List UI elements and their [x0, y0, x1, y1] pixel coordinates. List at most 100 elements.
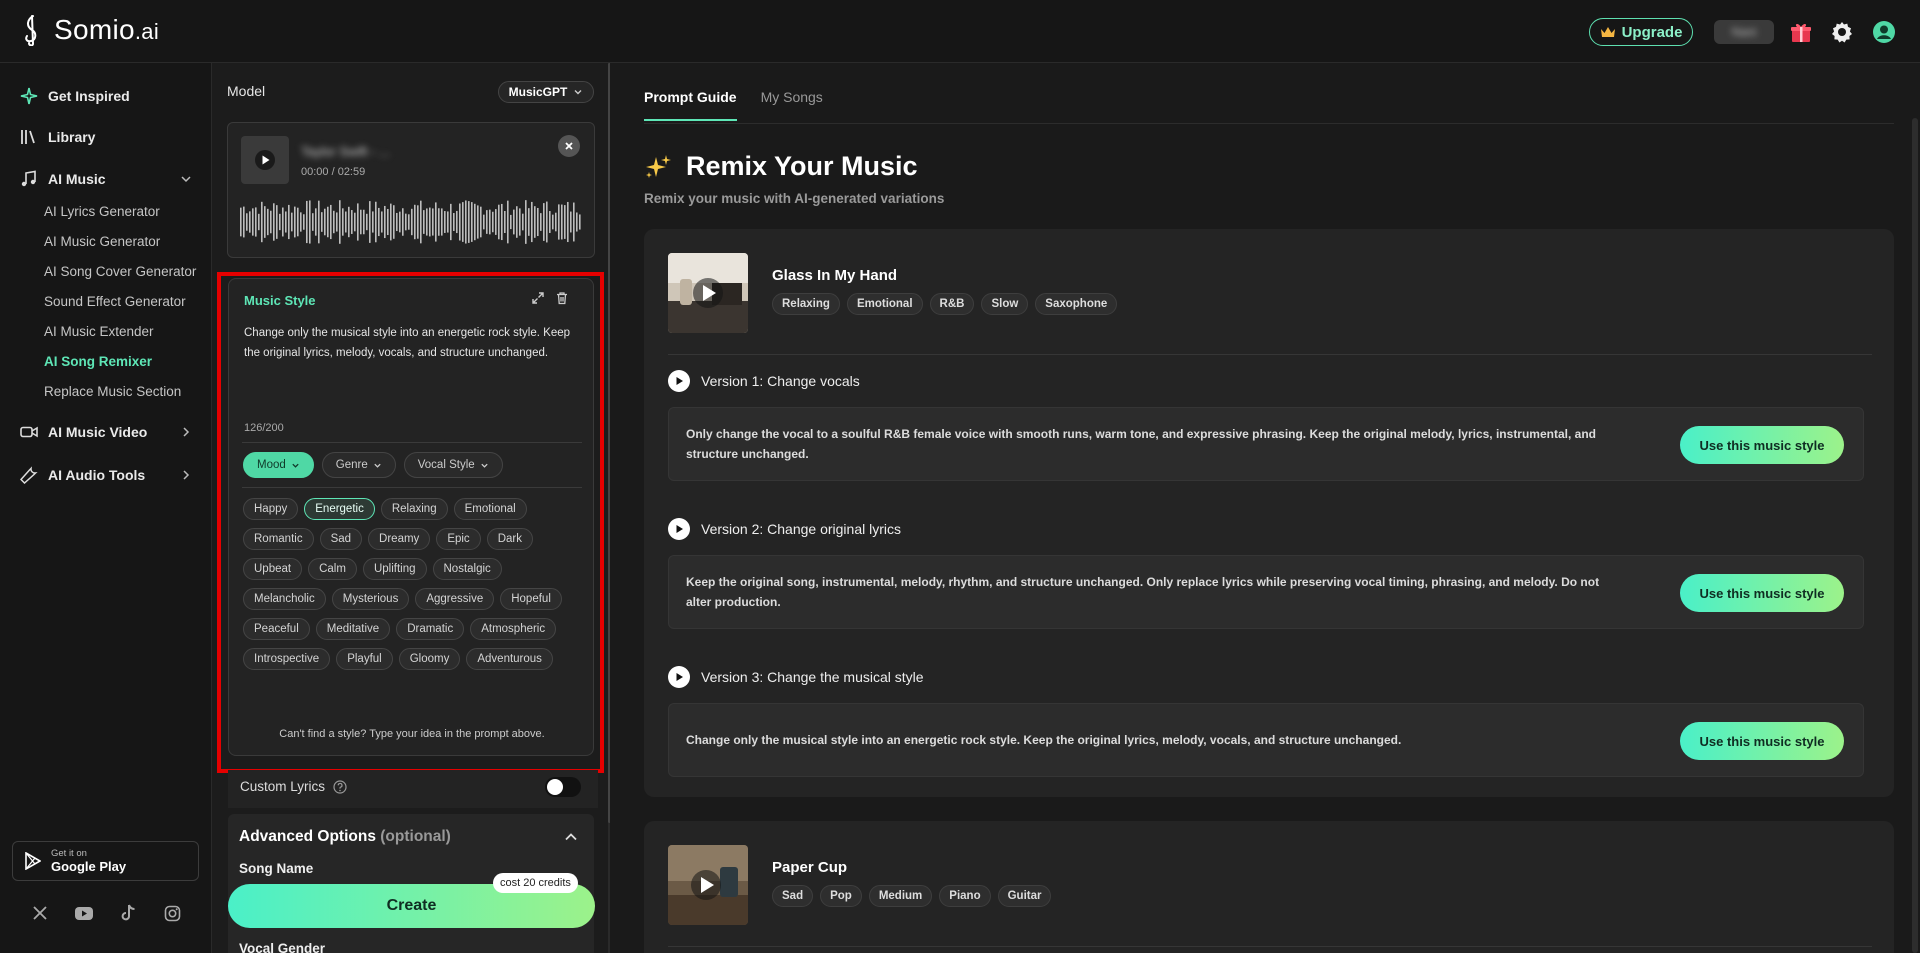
google-play-button[interactable]: Get it on Google Play — [12, 841, 199, 881]
nav-ai-audio-tools[interactable]: AI Audio Tools — [20, 466, 192, 484]
logo[interactable]: Somio.ai — [22, 14, 159, 46]
waveform-bar — [243, 206, 245, 238]
chip-introspective[interactable]: Introspective — [243, 648, 331, 670]
waveform-bar — [522, 213, 524, 231]
nav-ai-music[interactable]: AI Music — [20, 170, 192, 188]
chip-adventurous[interactable]: Adventurous — [466, 648, 553, 670]
play-icon — [676, 673, 683, 681]
sub-ai-music-generator[interactable]: AI Music Generator — [44, 234, 160, 249]
trash-icon[interactable] — [555, 291, 569, 305]
use-music-style-button[interactable]: Use this music style — [1680, 722, 1844, 760]
play-button[interactable] — [241, 136, 289, 184]
x-twitter-icon[interactable] — [30, 903, 50, 923]
chip-energetic[interactable]: Energetic — [304, 498, 375, 520]
chip-happy[interactable]: Happy — [243, 498, 299, 520]
instagram-icon[interactable] — [162, 903, 182, 923]
tag: Pop — [820, 885, 862, 907]
play-version-button[interactable] — [668, 666, 690, 688]
chip-romantic[interactable]: Romantic — [243, 528, 314, 550]
model-label: Model — [227, 83, 266, 99]
nav-get-inspired[interactable]: Get Inspired — [20, 87, 192, 105]
chip-peaceful[interactable]: Peaceful — [243, 618, 310, 640]
waveform-bar — [312, 213, 314, 231]
song-cover[interactable] — [668, 845, 748, 925]
waveform-bar — [315, 208, 317, 236]
sub-sound-effect-generator[interactable]: Sound Effect Generator — [44, 294, 186, 309]
play-version-button[interactable] — [668, 518, 690, 540]
user-credits[interactable]: Nani — [1714, 20, 1774, 44]
upgrade-button[interactable]: Upgrade — [1589, 18, 1693, 46]
use-music-style-button[interactable]: Use this music style — [1680, 574, 1844, 612]
sub-replace-music-section[interactable]: Replace Music Section — [44, 384, 181, 399]
song-title: Glass In My Hand — [772, 267, 898, 284]
expand-icon[interactable] — [531, 291, 545, 305]
filter-genre[interactable]: Genre — [321, 452, 396, 478]
chip-relaxing[interactable]: Relaxing — [380, 498, 448, 520]
chip-emotional[interactable]: Emotional — [453, 498, 527, 520]
waveform-bar — [462, 202, 464, 242]
gift-icon[interactable] — [1789, 20, 1813, 44]
avatar-icon[interactable] — [1872, 20, 1896, 44]
chip-meditative[interactable]: Meditative — [315, 618, 391, 640]
youtube-icon[interactable] — [74, 903, 94, 923]
custom-lyrics-label: Custom Lyrics — [240, 779, 326, 794]
waveform-bar — [504, 210, 506, 234]
waveform-bar — [405, 213, 407, 231]
sub-ai-song-cover-generator[interactable]: AI Song Cover Generator — [44, 264, 196, 279]
chevron-right-icon — [183, 427, 190, 437]
chip-epic[interactable]: Epic — [436, 528, 481, 550]
chip-aggressive[interactable]: Aggressive — [415, 588, 495, 610]
chip-mysterious[interactable]: Mysterious — [331, 588, 410, 610]
chip-playful[interactable]: Playful — [336, 648, 393, 670]
waveform-bar — [246, 213, 248, 231]
waveform-bar — [492, 211, 494, 233]
play-version-button[interactable] — [668, 370, 690, 392]
waveform-bar — [420, 200, 422, 244]
custom-lyrics-row: Custom Lyrics — [228, 770, 598, 808]
chip-sad[interactable]: Sad — [319, 528, 363, 550]
use-music-style-button[interactable]: Use this music style — [1680, 426, 1844, 464]
chevron-up-icon[interactable] — [564, 830, 578, 844]
sub-ai-music-extender[interactable]: AI Music Extender — [44, 324, 154, 339]
sub-ai-song-remixer[interactable]: AI Song Remixer — [44, 354, 152, 369]
tab-my-songs[interactable]: My Songs — [761, 89, 823, 121]
chip-upbeat[interactable]: Upbeat — [243, 558, 303, 580]
song-card: Glass In My Hand Relaxing Emotional R&B … — [644, 229, 1894, 797]
waveform-bar — [537, 207, 539, 237]
chip-hopeful[interactable]: Hopeful — [500, 588, 562, 610]
remove-track-button[interactable] — [558, 135, 580, 157]
song-tags: Relaxing Emotional R&B Slow Saxophone — [772, 293, 1118, 315]
treble-clef-icon — [25, 15, 37, 46]
library-icon — [21, 130, 35, 144]
gear-icon[interactable] — [1830, 20, 1854, 44]
chip-atmospheric[interactable]: Atmospheric — [470, 618, 557, 640]
main-scrollbar[interactable] — [1912, 118, 1918, 953]
tab-prompt-guide[interactable]: Prompt Guide — [644, 89, 737, 121]
waveform-bar — [441, 208, 443, 236]
music-style-prompt[interactable]: Change only the musical style into an en… — [244, 323, 574, 363]
chip-dark[interactable]: Dark — [486, 528, 533, 550]
chip-dreamy[interactable]: Dreamy — [368, 528, 431, 550]
help-icon[interactable] — [333, 779, 347, 794]
filter-mood[interactable]: Mood — [243, 452, 314, 478]
waveform-bar — [345, 211, 347, 233]
model-select[interactable]: MusicGPT — [498, 81, 594, 103]
chip-melancholic[interactable]: Melancholic — [243, 588, 326, 610]
tiktok-icon[interactable] — [118, 903, 138, 923]
waveform-bar — [429, 207, 431, 237]
waveform-bar — [351, 210, 353, 234]
chip-dramatic[interactable]: Dramatic — [396, 618, 465, 640]
chip-gloomy[interactable]: Gloomy — [398, 648, 461, 670]
sub-ai-lyrics-generator[interactable]: AI Lyrics Generator — [44, 204, 160, 219]
song-cover[interactable] — [668, 253, 748, 333]
chip-uplifting[interactable]: Uplifting — [362, 558, 427, 580]
nav-ai-music-video[interactable]: AI Music Video — [20, 423, 192, 441]
filter-vocal-style[interactable]: Vocal Style — [403, 452, 503, 478]
custom-lyrics-toggle[interactable] — [545, 777, 581, 797]
user-name: Nani — [1731, 25, 1757, 39]
nav-library[interactable]: Library — [20, 128, 192, 146]
waveform[interactable] — [240, 197, 582, 247]
chip-calm[interactable]: Calm — [308, 558, 357, 580]
chip-nostalgic[interactable]: Nostalgic — [432, 558, 502, 580]
advanced-options-title[interactable]: Advanced Options (optional) — [239, 828, 451, 846]
